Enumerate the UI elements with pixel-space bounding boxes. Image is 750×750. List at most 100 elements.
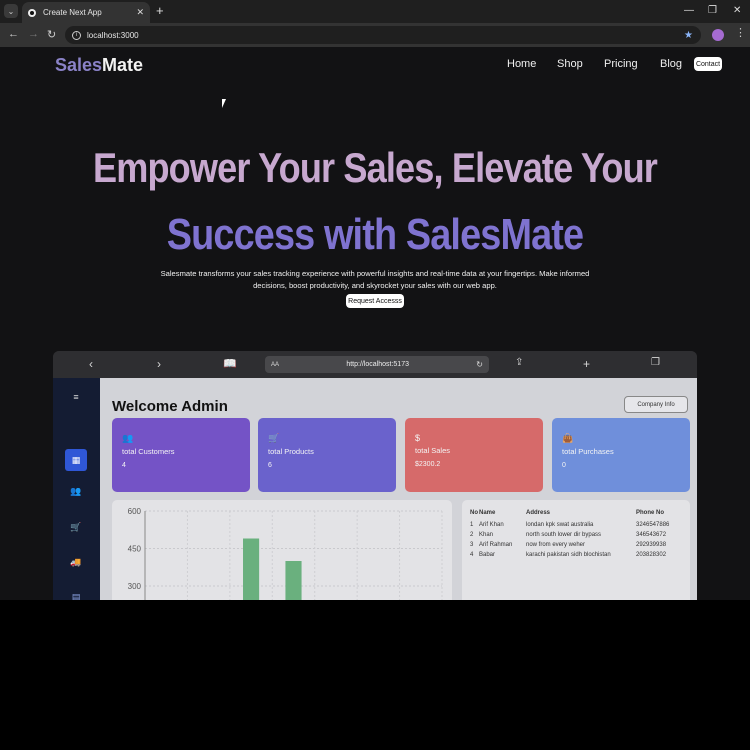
preview-address-bar: AA http://localhost:5173 ↻ xyxy=(265,356,489,373)
preview-back-icon: ‹ xyxy=(89,357,93,371)
cell-phone: 292939938 xyxy=(636,542,667,548)
chart-bar xyxy=(243,538,260,600)
site-logo[interactable]: SalesMate xyxy=(55,55,143,76)
request-access-button[interactable]: Request Accesss xyxy=(346,294,404,308)
restore-icon[interactable]: ❐ xyxy=(708,5,717,16)
preview-plus-icon: + xyxy=(583,357,591,371)
preview-truck-icon: 🚚 xyxy=(70,556,82,567)
browser-tab[interactable]: Create Next App ✕ xyxy=(22,2,150,23)
screen: ⌄ Create Next App ✕ + — ❐ ✕ ← → ↻ i loca… xyxy=(0,0,750,600)
y-tick-label: 300 xyxy=(128,582,142,591)
col-no: No xyxy=(470,510,478,516)
table-row: 2 Khan north south lower dir bypass 3465… xyxy=(470,530,684,540)
preview-cart-icon: 🛒 xyxy=(70,521,82,532)
y-tick-label: 600 xyxy=(128,507,142,516)
card-value: 4 xyxy=(122,462,126,469)
tab-search-icon[interactable]: ⌄ xyxy=(4,4,18,18)
cell-phone: 203828302 xyxy=(636,552,667,558)
table-row: 4 Babar karachi pakistan sidh blochistan… xyxy=(470,550,684,560)
cell-no: 3 xyxy=(470,542,474,548)
preview-reload-icon: ↻ xyxy=(476,360,483,369)
cell-no: 1 xyxy=(470,522,474,528)
profile-avatar-icon[interactable] xyxy=(712,29,724,41)
cart-icon: 🛒 xyxy=(268,433,280,443)
preview-users-icon: 👥 xyxy=(70,485,82,496)
preview-menu-icon: ≡ xyxy=(73,392,79,402)
back-icon[interactable]: ← xyxy=(8,28,19,40)
cell-no: 2 xyxy=(470,532,474,538)
favicon-icon xyxy=(28,8,36,17)
nav-home[interactable]: Home xyxy=(507,58,536,70)
card-value: 6 xyxy=(268,462,272,469)
cell-phone: 346543672 xyxy=(636,532,667,538)
preview-company-info: Company Info xyxy=(624,396,688,413)
nav-pricing[interactable]: Pricing xyxy=(604,58,638,70)
hero-heading-line2: Success with SalesMate xyxy=(166,210,584,259)
browser-toolbar: ← → ↻ i localhost:3000 ★ ⋮ xyxy=(0,23,750,47)
col-phone: Phone No xyxy=(636,510,664,516)
browser-menu-icon[interactable]: ⋮ xyxy=(735,26,746,39)
hero-subtext: Salesmate transforms your sales tracking… xyxy=(160,269,590,290)
address-url[interactable]: localhost:3000 xyxy=(87,31,684,40)
preview-doc-icon: ▤ xyxy=(71,591,81,601)
letterbox-bottom xyxy=(0,600,750,750)
bag-icon: 👜 xyxy=(562,433,574,443)
reload-icon[interactable]: ↻ xyxy=(47,28,56,41)
bar-chart-svg: 600450300150 xyxy=(128,507,443,600)
cell-name: Arif Rahman xyxy=(479,542,513,548)
card-value: 0 xyxy=(562,462,566,469)
cell-name: Babar xyxy=(479,552,496,558)
cell-name: Arif Khan xyxy=(479,522,504,528)
y-tick-label: 450 xyxy=(128,545,142,554)
contact-button[interactable]: Contact xyxy=(694,57,722,71)
preview-url: http://localhost:5173 xyxy=(346,361,409,368)
site-info-icon[interactable]: i xyxy=(72,30,81,40)
logo-sales: Sales xyxy=(55,55,103,75)
cell-address: now from every weher xyxy=(526,542,586,548)
address-bar[interactable]: i localhost:3000 ★ xyxy=(65,26,701,44)
preview-share-icon: ⇪ xyxy=(515,357,524,368)
logo-mate: Mate xyxy=(102,55,144,75)
chart-bar xyxy=(285,561,302,600)
stat-card-products: 🛒 total Products 6 xyxy=(258,418,396,492)
cell-address: karachi pakistan sidh blochistan xyxy=(526,552,611,558)
preview-bar-chart: 600450300150 xyxy=(112,500,452,600)
new-tab-icon[interactable]: + xyxy=(156,4,164,18)
stat-card-sales: $ total Sales $2300.2 xyxy=(405,418,543,492)
preview-browser-bar: ‹ › 📖 AA http://localhost:5173 ↻ ⇪ + ❐ xyxy=(53,351,697,378)
nav-shop[interactable]: Shop xyxy=(557,58,583,70)
preview-sidebar: ≡ ▦ 👥 🛒 🚚 ▤ xyxy=(53,378,100,600)
stat-card-purchases: 👜 total Purchases 0 xyxy=(552,418,690,492)
bookmark-star-icon[interactable]: ★ xyxy=(684,30,693,41)
minimize-icon[interactable]: — xyxy=(684,5,694,16)
cell-address: londan kpk swat australia xyxy=(526,522,594,528)
users-icon: 👥 xyxy=(122,433,134,443)
hero-heading-line1: Empower Your Sales, Elevate Your xyxy=(92,144,658,191)
cell-address: north south lower dir bypass xyxy=(526,532,602,538)
customer-table: No Name Address Phone No 1 Arif Khan lon… xyxy=(470,510,684,560)
preview-welcome: Welcome Admin xyxy=(112,398,228,415)
col-address: Address xyxy=(526,510,551,516)
cell-name: Khan xyxy=(479,532,494,538)
cell-phone: 3246547886 xyxy=(636,522,670,528)
browser-tab-bar: ⌄ Create Next App ✕ + — ❐ ✕ xyxy=(0,0,750,23)
window-close-icon[interactable]: ✕ xyxy=(733,5,741,16)
dollar-icon: $ xyxy=(415,433,421,443)
preview-grid-icon: ▦ xyxy=(71,454,81,465)
forward-icon[interactable]: → xyxy=(28,28,39,40)
close-tab-icon[interactable]: ✕ xyxy=(136,7,144,18)
mouse-cursor-icon xyxy=(222,99,226,108)
card-value: $2300.2 xyxy=(415,461,441,468)
card-title: total Products xyxy=(268,447,314,456)
table-header-row: No Name Address Phone No xyxy=(470,510,684,520)
nav-blog[interactable]: Blog xyxy=(660,58,682,70)
preview-book-icon: 📖 xyxy=(223,358,237,370)
card-title: total Customers xyxy=(122,447,175,456)
preview-tabs-icon: ❐ xyxy=(651,357,660,368)
cell-no: 4 xyxy=(470,552,474,558)
table-row: 3 Arif Rahman now from every weher 29293… xyxy=(470,540,684,550)
preview-dashboard: Welcome Admin Company Info 👥 total Custo… xyxy=(100,378,697,600)
col-name: Name xyxy=(479,510,496,516)
table-row: 1 Arif Khan londan kpk swat australia 32… xyxy=(470,520,684,530)
preview-forward-icon: › xyxy=(157,357,161,371)
